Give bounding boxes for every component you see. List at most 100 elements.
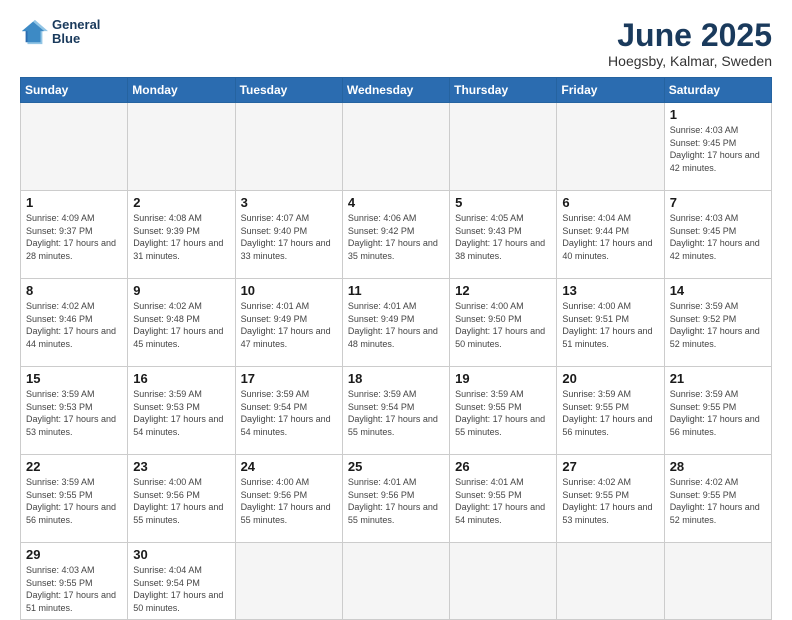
day-info: Sunrise: 4:03 AMSunset: 9:45 PMDaylight:… xyxy=(670,212,766,262)
day-number: 27 xyxy=(562,459,658,474)
day-number: 5 xyxy=(455,195,551,210)
calendar-cell: 6 Sunrise: 4:04 AMSunset: 9:44 PMDaylight… xyxy=(557,191,664,279)
calendar-cell xyxy=(664,543,771,619)
day-number: 2 xyxy=(133,195,229,210)
calendar-cell: 11 Sunrise: 4:01 AMSunset: 9:49 PMDayligh… xyxy=(342,279,449,367)
day-number: 12 xyxy=(455,283,551,298)
calendar-cell: 18Sunrise: 3:59 AMSunset: 9:54 PMDayligh… xyxy=(342,367,449,455)
calendar-cell xyxy=(235,543,342,619)
day-number: 22 xyxy=(26,459,122,474)
day-number: 19 xyxy=(455,371,551,386)
calendar-cell: 10 Sunrise: 4:01 AMSunset: 9:49 PMDayligh… xyxy=(235,279,342,367)
calendar-cell: 20 Sunrise: 3:59 AMSunset: 9:55 PMDayligh… xyxy=(557,367,664,455)
calendar-cell xyxy=(235,103,342,191)
day-number: 20 xyxy=(562,371,658,386)
day-info: Sunrise: 4:05 AMSunset: 9:43 PMDaylight:… xyxy=(455,212,551,262)
day-info: Sunrise: 4:02 AMSunset: 9:46 PMDaylight:… xyxy=(26,300,122,350)
day-info: Sunrise: 4:01 AMSunset: 9:56 PMDaylight:… xyxy=(348,476,444,526)
day-info: Sunrise: 4:01 AMSunset: 9:55 PMDaylight:… xyxy=(455,476,551,526)
calendar-week-row: 1 Sunrise: 4:03 AMSunset: 9:45 PMDaylight… xyxy=(21,103,772,191)
calendar-cell: 14Sunrise: 3:59 AMSunset: 9:52 PMDayligh… xyxy=(664,279,771,367)
calendar-week-row: 22Sunrise: 3:59 AMSunset: 9:55 PMDayligh… xyxy=(21,455,772,543)
title-block: June 2025 Hoegsby, Kalmar, Sweden xyxy=(608,18,772,69)
day-info: Sunrise: 4:06 AMSunset: 9:42 PMDaylight:… xyxy=(348,212,444,262)
weekday-header: Friday xyxy=(557,78,664,103)
calendar-cell: 19 Sunrise: 3:59 AMSunset: 9:55 PMDayligh… xyxy=(450,367,557,455)
weekday-header: Tuesday xyxy=(235,78,342,103)
day-number: 25 xyxy=(348,459,444,474)
day-info: Sunrise: 4:01 AMSunset: 9:49 PMDaylight:… xyxy=(241,300,337,350)
calendar-cell xyxy=(450,103,557,191)
weekday-header-row: SundayMondayTuesdayWednesdayThursdayFrid… xyxy=(21,78,772,103)
calendar-cell xyxy=(450,543,557,619)
day-number: 13 xyxy=(562,283,658,298)
day-number: 30 xyxy=(133,547,229,562)
day-number: 26 xyxy=(455,459,551,474)
calendar-cell: 22Sunrise: 3:59 AMSunset: 9:55 PMDayligh… xyxy=(21,455,128,543)
day-info: Sunrise: 4:03 AMSunset: 9:55 PMDaylight:… xyxy=(26,564,122,614)
weekday-header: Sunday xyxy=(21,78,128,103)
day-number: 16 xyxy=(133,371,229,386)
day-info: Sunrise: 4:02 AMSunset: 9:55 PMDaylight:… xyxy=(670,476,766,526)
weekday-header: Saturday xyxy=(664,78,771,103)
day-number: 6 xyxy=(562,195,658,210)
calendar-cell: 23 Sunrise: 4:00 AMSunset: 9:56 PMDayligh… xyxy=(128,455,235,543)
day-info: Sunrise: 4:03 AMSunset: 9:45 PMDaylight:… xyxy=(670,124,766,174)
day-info: Sunrise: 4:01 AMSunset: 9:49 PMDaylight:… xyxy=(348,300,444,350)
calendar-cell: 27 Sunrise: 4:02 AMSunset: 9:55 PMDayligh… xyxy=(557,455,664,543)
weekday-header: Thursday xyxy=(450,78,557,103)
calendar-cell: 24 Sunrise: 4:00 AMSunset: 9:56 PMDayligh… xyxy=(235,455,342,543)
day-info: Sunrise: 4:00 AMSunset: 9:56 PMDaylight:… xyxy=(241,476,337,526)
day-number: 24 xyxy=(241,459,337,474)
day-number: 11 xyxy=(348,283,444,298)
calendar-cell: 3Sunrise: 4:07 AMSunset: 9:40 PMDaylight… xyxy=(235,191,342,279)
calendar-cell: 30Sunrise: 4:04 AMSunset: 9:54 PMDayligh… xyxy=(128,543,235,619)
calendar-cell: 4 Sunrise: 4:06 AMSunset: 9:42 PMDaylight… xyxy=(342,191,449,279)
day-number: 10 xyxy=(241,283,337,298)
calendar-cell: 17Sunrise: 3:59 AMSunset: 9:54 PMDayligh… xyxy=(235,367,342,455)
calendar-cell xyxy=(557,543,664,619)
calendar-title: June 2025 xyxy=(608,18,772,53)
calendar-cell: 1 Sunrise: 4:09 AMSunset: 9:37 PMDaylight… xyxy=(21,191,128,279)
calendar-cell: 16 Sunrise: 3:59 AMSunset: 9:53 PMDayligh… xyxy=(128,367,235,455)
day-number: 8 xyxy=(26,283,122,298)
calendar-cell: 9Sunrise: 4:02 AMSunset: 9:48 PMDaylight… xyxy=(128,279,235,367)
day-number: 23 xyxy=(133,459,229,474)
logo-text: General Blue xyxy=(52,18,100,47)
calendar-week-row: 15Sunrise: 3:59 AMSunset: 9:53 PMDayligh… xyxy=(21,367,772,455)
day-info: Sunrise: 4:04 AMSunset: 9:44 PMDaylight:… xyxy=(562,212,658,262)
day-number: 28 xyxy=(670,459,766,474)
calendar-cell: 5 Sunrise: 4:05 AMSunset: 9:43 PMDaylight… xyxy=(450,191,557,279)
calendar-subtitle: Hoegsby, Kalmar, Sweden xyxy=(608,53,772,69)
calendar-week-row: 29Sunrise: 4:03 AMSunset: 9:55 PMDayligh… xyxy=(21,543,772,619)
calendar-cell: 26 Sunrise: 4:01 AMSunset: 9:55 PMDayligh… xyxy=(450,455,557,543)
day-info: Sunrise: 3:59 AMSunset: 9:53 PMDaylight:… xyxy=(133,388,229,438)
calendar-cell: 28 Sunrise: 4:02 AMSunset: 9:55 PMDayligh… xyxy=(664,455,771,543)
day-info: Sunrise: 3:59 AMSunset: 9:52 PMDaylight:… xyxy=(670,300,766,350)
day-info: Sunrise: 4:07 AMSunset: 9:40 PMDaylight:… xyxy=(241,212,337,262)
calendar-cell: 7 Sunrise: 4:03 AMSunset: 9:45 PMDaylight… xyxy=(664,191,771,279)
day-info: Sunrise: 3:59 AMSunset: 9:55 PMDaylight:… xyxy=(670,388,766,438)
calendar-cell: 8 Sunrise: 4:02 AMSunset: 9:46 PMDaylight… xyxy=(21,279,128,367)
calendar-cell: 29Sunrise: 4:03 AMSunset: 9:55 PMDayligh… xyxy=(21,543,128,619)
day-info: Sunrise: 3:59 AMSunset: 9:55 PMDaylight:… xyxy=(562,388,658,438)
day-number: 1 xyxy=(670,107,766,122)
day-number: 7 xyxy=(670,195,766,210)
calendar-cell xyxy=(21,103,128,191)
calendar-cell: 21 Sunrise: 3:59 AMSunset: 9:55 PMDayligh… xyxy=(664,367,771,455)
day-number: 17 xyxy=(241,371,337,386)
day-info: Sunrise: 4:08 AMSunset: 9:39 PMDaylight:… xyxy=(133,212,229,262)
day-info: Sunrise: 4:09 AMSunset: 9:37 PMDaylight:… xyxy=(26,212,122,262)
day-info: Sunrise: 4:02 AMSunset: 9:55 PMDaylight:… xyxy=(562,476,658,526)
day-info: Sunrise: 4:00 AMSunset: 9:56 PMDaylight:… xyxy=(133,476,229,526)
calendar-week-row: 1 Sunrise: 4:09 AMSunset: 9:37 PMDaylight… xyxy=(21,191,772,279)
day-number: 21 xyxy=(670,371,766,386)
logo-icon xyxy=(20,18,48,46)
day-number: 1 xyxy=(26,195,122,210)
weekday-header: Wednesday xyxy=(342,78,449,103)
header: General Blue June 2025 Hoegsby, Kalmar, … xyxy=(20,18,772,69)
day-info: Sunrise: 3:59 AMSunset: 9:55 PMDaylight:… xyxy=(455,388,551,438)
calendar-cell: 1 Sunrise: 4:03 AMSunset: 9:45 PMDaylight… xyxy=(664,103,771,191)
day-number: 4 xyxy=(348,195,444,210)
day-info: Sunrise: 3:59 AMSunset: 9:54 PMDaylight:… xyxy=(348,388,444,438)
